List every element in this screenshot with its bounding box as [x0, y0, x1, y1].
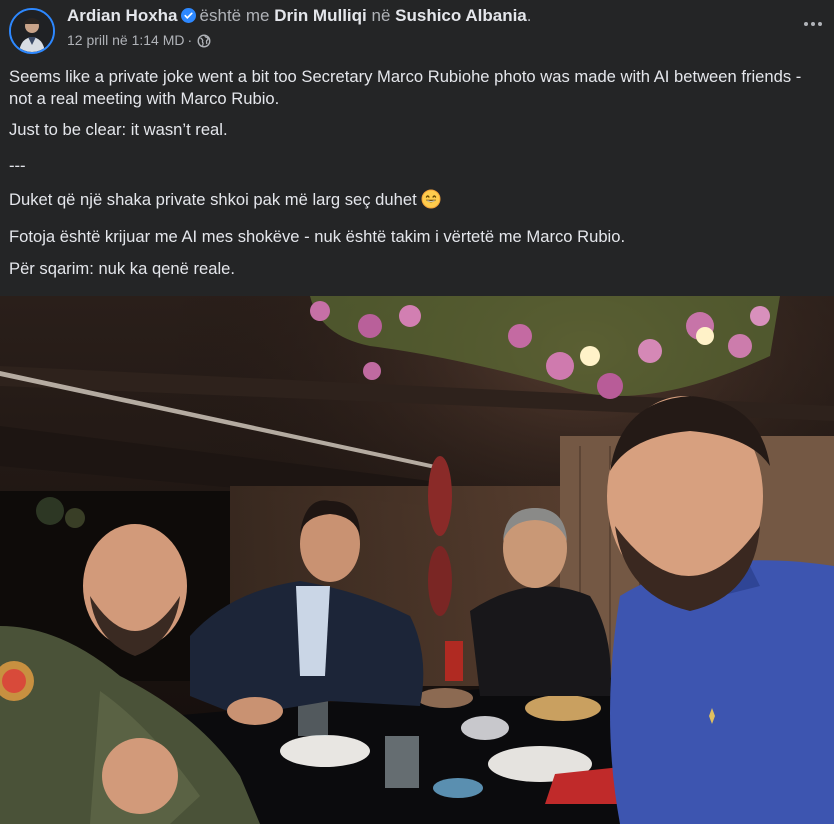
avatar-portrait-icon [11, 10, 53, 52]
post-paragraph: Fotoja është krijuar me AI mes shokëve -… [9, 226, 626, 246]
globe-icon[interactable] [197, 34, 211, 51]
with-text: është me [199, 6, 270, 25]
meta-separator: · [187, 32, 193, 48]
grinning-face-emoji-icon [421, 189, 441, 215]
post-title-line: Ardian Hoxha është me Drin Mulliqi në Sus… [67, 6, 532, 28]
post-paragraph: --- [9, 155, 26, 175]
post-paragraph: Just to be clear: it wasn’t real. [9, 120, 228, 139]
author-name-link[interactable]: Ardian Hoxha [67, 6, 178, 25]
timestamp-link[interactable]: 12 prill në 1:14 MD [67, 32, 185, 48]
facebook-post: Ardian Hoxha është me Drin Mulliqi në Sus… [0, 0, 834, 824]
location-link[interactable]: Sushico Albania [395, 6, 527, 25]
verified-badge-icon [180, 8, 196, 28]
author-avatar[interactable] [9, 8, 55, 54]
group-dinner-photo [0, 296, 834, 824]
post-header: Ardian Hoxha është me Drin Mulliqi në Sus… [0, 0, 834, 62]
more-options-icon[interactable] [798, 12, 828, 36]
post-paragraph-with-emoji: Duket që një shaka private shkoi pak më … [9, 189, 824, 215]
tagged-person-link[interactable]: Drin Mulliqi [274, 6, 367, 25]
post-meta-line: 12 prill në 1:14 MD · [67, 32, 211, 51]
post-photo[interactable] [0, 296, 834, 824]
at-text: në [371, 6, 391, 25]
post-paragraph: Për sqarim: nuk ka qenë reale. [9, 259, 235, 278]
period-text: . [526, 6, 532, 25]
post-paragraph: Duket që një shaka private shkoi pak më … [9, 190, 417, 209]
post-text: Seems like a private joke went a bit too… [9, 66, 824, 280]
post-paragraph: Seems like a private joke went a bit too… [9, 67, 802, 108]
